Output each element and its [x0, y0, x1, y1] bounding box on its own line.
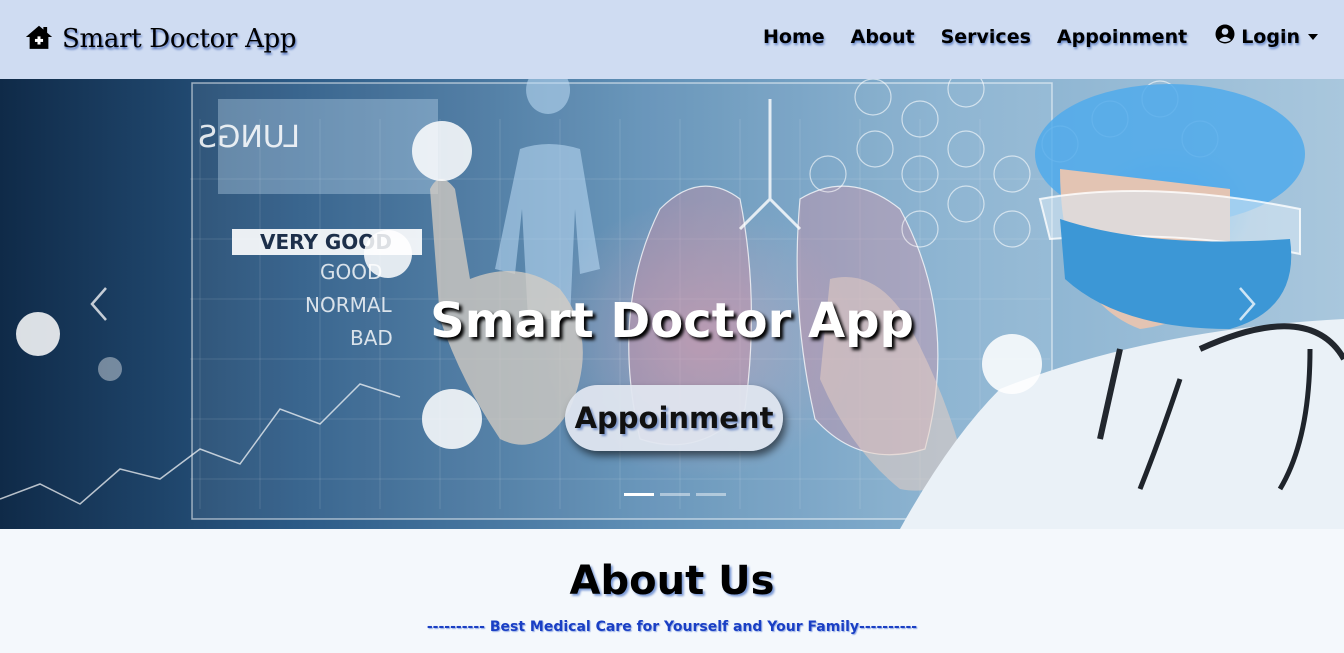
about-subtitle: ---------- Best Medical Care for Yoursel… — [426, 619, 918, 635]
carousel-next-button[interactable] — [1226, 284, 1266, 324]
hero-title: Smart Doctor App — [430, 293, 914, 349]
nav-home[interactable]: Home — [763, 26, 825, 48]
home-icon — [24, 22, 54, 56]
chevron-left-icon — [90, 287, 107, 321]
nav-menu: Home About Services Appoinment Login — [763, 24, 1318, 49]
carousel-indicator-1[interactable] — [624, 493, 654, 496]
about-title: About Us — [569, 558, 775, 604]
navbar: Smart Doctor App Home About Services App… — [0, 0, 1344, 79]
carousel-indicator-3[interactable] — [696, 493, 726, 496]
carousel-indicator-2[interactable] — [660, 493, 690, 496]
brand-name: Smart Doctor App — [62, 24, 297, 54]
chevron-right-icon — [1239, 287, 1256, 321]
lungs-label: LUNGS — [198, 120, 300, 155]
login-dropdown[interactable]: Login — [1215, 24, 1318, 49]
nav-services[interactable]: Services — [941, 26, 1031, 48]
nav-about[interactable]: About — [851, 26, 915, 48]
appointment-button[interactable]: Appoinment — [565, 385, 783, 451]
carousel-indicators — [624, 493, 726, 496]
chevron-down-icon — [1308, 33, 1318, 40]
nav-appointment[interactable]: Appoinment — [1057, 26, 1187, 48]
hero-carousel: LUNGS VERY GOOD GOOD NORMAL BAD Smart Do… — [0, 79, 1344, 529]
carousel-prev-button[interactable] — [80, 284, 120, 324]
user-circle-icon — [1215, 24, 1235, 49]
brand-link[interactable]: Smart Doctor App — [24, 22, 297, 56]
login-label: Login — [1241, 25, 1300, 48]
